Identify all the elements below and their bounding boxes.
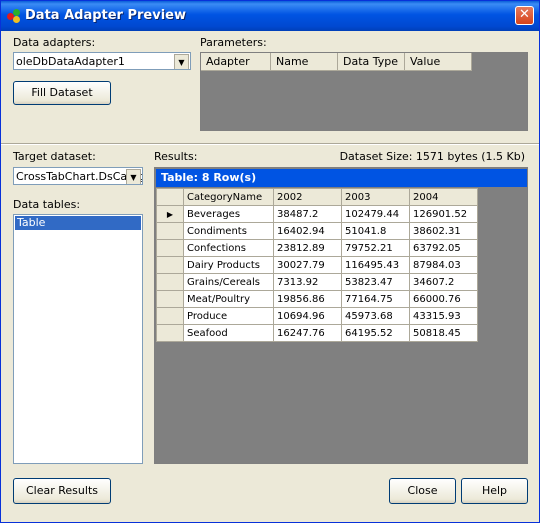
row-header[interactable] xyxy=(156,239,184,257)
table-cell[interactable]: 126901.52 xyxy=(409,205,478,223)
dropdown-arrow-icon[interactable]: ▼ xyxy=(126,169,141,184)
target-dataset-label: Target dataset: xyxy=(13,150,96,163)
row-header[interactable] xyxy=(156,273,184,291)
table-cell[interactable]: 38487.2 xyxy=(273,205,342,223)
table-cell[interactable]: 45973.68 xyxy=(341,307,410,325)
table-cell[interactable]: 19856.86 xyxy=(273,290,342,308)
table-cell[interactable]: Produce xyxy=(183,307,274,325)
table-row[interactable]: Grains/Cereals 7313.92 53823.47 34607.2 xyxy=(156,273,478,291)
row-header[interactable] xyxy=(156,290,184,308)
close-button[interactable]: Close xyxy=(389,478,456,504)
row-header[interactable] xyxy=(156,307,184,325)
data-tables-item-table[interactable]: Table xyxy=(15,216,141,230)
table-cell[interactable]: 51041.8 xyxy=(341,222,410,240)
table-cell[interactable]: 66000.76 xyxy=(409,290,478,308)
table-row[interactable]: Confections 23812.89 79752.21 63792.05 xyxy=(156,239,478,257)
table-cell[interactable]: Dairy Products xyxy=(183,256,274,274)
data-adapters-value: oleDbDataAdapter1 xyxy=(16,55,125,68)
table-cell[interactable]: 50818.45 xyxy=(409,324,478,342)
row-header[interactable] xyxy=(156,324,184,342)
results-label: Results: xyxy=(154,150,198,163)
fill-dataset-button[interactable]: Fill Dataset xyxy=(13,81,111,105)
column-header[interactable]: 2002 xyxy=(273,188,342,206)
parameters-column-header[interactable]: Adapter xyxy=(201,53,271,71)
column-header[interactable]: 2003 xyxy=(341,188,410,206)
help-button[interactable]: Help xyxy=(461,478,528,504)
table-row[interactable]: Condiments 16402.94 51041.8 38602.31 xyxy=(156,222,478,240)
row-header-corner xyxy=(156,188,184,206)
table-cell[interactable]: 16247.76 xyxy=(273,324,342,342)
table-header-row: CategoryName 2002 2003 2004 xyxy=(156,188,478,206)
column-header[interactable]: CategoryName xyxy=(183,188,274,206)
dataset-size-text: Dataset Size: 1571 bytes (1.5 Kb) xyxy=(339,150,525,163)
data-adapter-preview-window: Data Adapter Preview ✕ Data adapters: ol… xyxy=(0,0,540,523)
table-cell[interactable]: 53823.47 xyxy=(341,273,410,291)
parameters-column-header[interactable]: Value xyxy=(405,53,472,71)
current-row-indicator-icon[interactable]: ▶ xyxy=(156,205,184,223)
parameters-column-header[interactable]: Name xyxy=(271,53,338,71)
parameters-column-header[interactable]: Data Type xyxy=(338,53,405,71)
table-cell[interactable]: 34607.2 xyxy=(409,273,478,291)
table-cell[interactable]: 87984.03 xyxy=(409,256,478,274)
app-icon xyxy=(7,9,21,23)
data-tables-label: Data tables: xyxy=(13,198,81,211)
table-cell[interactable]: 63792.05 xyxy=(409,239,478,257)
table-cell[interactable]: 102479.44 xyxy=(341,205,410,223)
table-cell[interactable]: 43315.93 xyxy=(409,307,478,325)
row-header[interactable] xyxy=(156,256,184,274)
table-cell[interactable]: Meat/Poultry xyxy=(183,290,274,308)
data-tables-list[interactable]: Table xyxy=(13,214,143,464)
table-cell[interactable]: 64195.52 xyxy=(341,324,410,342)
table-cell[interactable]: 23812.89 xyxy=(273,239,342,257)
column-header[interactable]: 2004 xyxy=(409,188,478,206)
target-dataset-combo[interactable]: CrossTabChart.DsCatego ▼ xyxy=(13,167,143,185)
target-dataset-value: CrossTabChart.DsCatego xyxy=(16,170,143,183)
clear-results-button[interactable]: Clear Results xyxy=(13,478,111,504)
table-cell[interactable]: 116495.43 xyxy=(341,256,410,274)
table-cell[interactable]: Confections xyxy=(183,239,274,257)
dropdown-arrow-icon[interactable]: ▼ xyxy=(174,54,189,69)
table-row[interactable]: Seafood 16247.76 64195.52 50818.45 xyxy=(156,324,478,342)
table-row[interactable]: Dairy Products 30027.79 116495.43 87984.… xyxy=(156,256,478,274)
window-title: Data Adapter Preview xyxy=(25,8,187,23)
table-row[interactable]: Meat/Poultry 19856.86 77164.75 66000.76 xyxy=(156,290,478,308)
table-cell[interactable]: 7313.92 xyxy=(273,273,342,291)
results-grid[interactable]: Table: 8 Row(s) CategoryName 2002 2003 2… xyxy=(154,167,528,464)
results-table-caption[interactable]: Table: 8 Row(s) xyxy=(156,169,527,187)
close-window-button[interactable]: ✕ xyxy=(515,6,534,25)
data-adapters-label: Data adapters: xyxy=(13,36,96,49)
data-adapters-combo[interactable]: oleDbDataAdapter1 ▼ xyxy=(13,52,191,70)
table-cell[interactable]: 38602.31 xyxy=(409,222,478,240)
parameters-label: Parameters: xyxy=(200,36,267,49)
parameters-grid[interactable]: Adapter Name Data Type Value xyxy=(200,52,528,131)
table-cell[interactable]: Grains/Cereals xyxy=(183,273,274,291)
results-table: CategoryName 2002 2003 2004 ▶ Beverages … xyxy=(156,188,478,342)
table-cell[interactable]: 10694.96 xyxy=(273,307,342,325)
table-cell[interactable]: Condiments xyxy=(183,222,274,240)
table-cell[interactable]: 79752.21 xyxy=(341,239,410,257)
table-row[interactable]: Produce 10694.96 45973.68 43315.93 xyxy=(156,307,478,325)
table-cell[interactable]: 16402.94 xyxy=(273,222,342,240)
section-divider xyxy=(1,143,539,145)
row-header[interactable] xyxy=(156,222,184,240)
table-cell[interactable]: 77164.75 xyxy=(341,290,410,308)
table-cell[interactable]: 30027.79 xyxy=(273,256,342,274)
table-cell[interactable]: Seafood xyxy=(183,324,274,342)
table-row[interactable]: ▶ Beverages 38487.2 102479.44 126901.52 xyxy=(156,205,478,223)
table-cell[interactable]: Beverages xyxy=(183,205,274,223)
title-bar[interactable]: Data Adapter Preview ✕ xyxy=(1,1,539,31)
